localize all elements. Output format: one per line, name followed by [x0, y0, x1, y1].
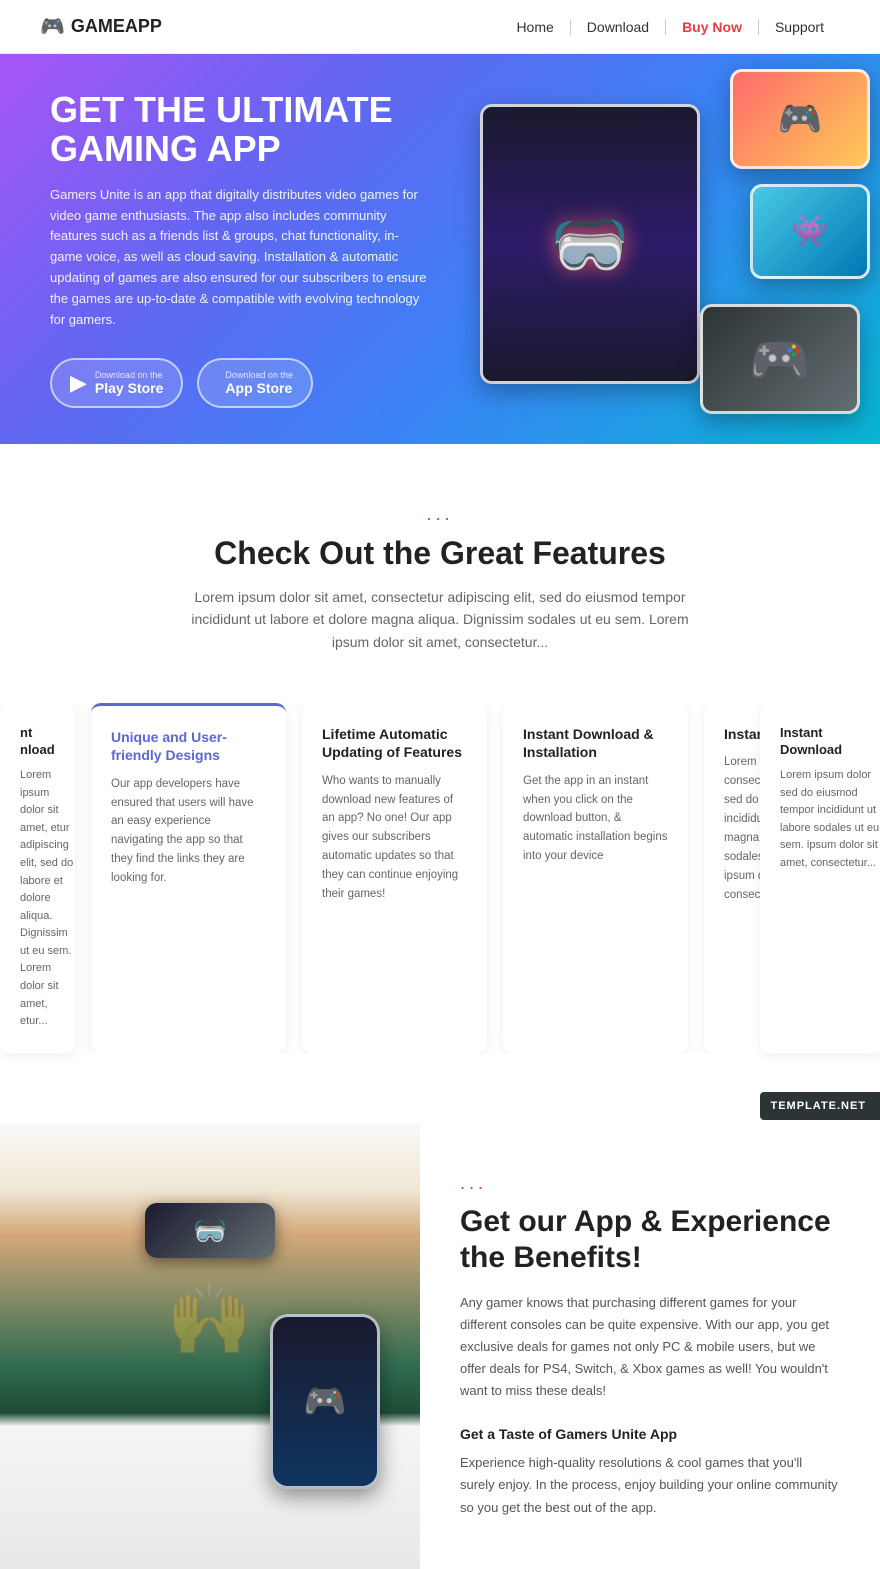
- logo[interactable]: 🎮 GAMEAPP: [40, 14, 162, 39]
- appstore-text: Download on the App Store: [225, 370, 293, 396]
- feature-cards-row: ntnload Lorem ipsum dolor sit amet, etur…: [0, 703, 880, 1093]
- card-instant-install-title: Instant Download & Installation: [523, 725, 668, 761]
- benefits-section: 🥽 🙌 🎮 ... Get our App & Experience the B…: [0, 1123, 880, 1569]
- hero-card-1: 🎮: [730, 69, 870, 169]
- nav-download[interactable]: Download: [571, 19, 666, 35]
- arms-icon: 🙌: [166, 1279, 253, 1361]
- card-unique-body: Our app developers have ensured that use…: [111, 775, 266, 889]
- nav-home[interactable]: Home: [500, 19, 570, 35]
- hero-section: GET THE ULTIMATE GAMING APP Gamers Unite…: [0, 54, 880, 444]
- feature-card-instant: Instant Download Lorem ipsum dolor sit a…: [704, 703, 760, 1053]
- hero-content: GET THE ULTIMATE GAMING APP Gamers Unite…: [0, 54, 480, 444]
- appstore-button[interactable]: Download on the App Store: [197, 358, 313, 408]
- nav-links: Home Download Buy Now Support: [500, 19, 840, 35]
- card-instant-body: Lorem ipsum dolor sit amet, consectetur …: [724, 753, 760, 905]
- benefits-subtitle2: Get a Taste of Gamers Unite App: [460, 1426, 840, 1442]
- navbar: 🎮 GAMEAPP Home Download Buy Now Support: [0, 0, 880, 54]
- benefits-image: 🥽 🙌 🎮: [0, 1123, 420, 1569]
- card-instant-install-body: Get the app in an instant when you click…: [523, 772, 668, 867]
- feature-card-partial-right: InstantDownload Lorem ipsum dolor sed do…: [760, 703, 880, 1053]
- hero-controller-card: 🎮: [700, 304, 860, 414]
- logo-icon: 🎮: [40, 14, 65, 39]
- logo-text: GAMEAPP: [71, 16, 162, 37]
- feature-cards-main: Unique and User-friendly Designs Our app…: [75, 703, 760, 1053]
- features-section: ... Check Out the Great Features Lorem i…: [0, 444, 880, 703]
- hero-title: GET THE ULTIMATE GAMING APP: [50, 90, 430, 169]
- hero-description: Gamers Unite is an app that digitally di…: [50, 185, 430, 331]
- nav-buynow[interactable]: Buy Now: [666, 19, 759, 35]
- card-unique-title: Unique and User-friendly Designs: [111, 728, 266, 764]
- features-title: Check Out the Great Features: [20, 535, 860, 572]
- benefits-dots: ...: [460, 1173, 840, 1194]
- feature-card-partial-left: ntnload Lorem ipsum dolor sit amet, etur…: [0, 703, 75, 1053]
- feature-card-unique: Unique and User-friendly Designs Our app…: [91, 703, 286, 1053]
- playstore-text: Download on the Play Store: [95, 370, 163, 396]
- benefits-title: Get our App & Experience the Benefits!: [460, 1204, 840, 1276]
- card-lifetime-title: Lifetime Automatic Updating of Features: [322, 725, 467, 761]
- controller-icon: 🎮: [749, 330, 811, 389]
- features-dots: ...: [20, 504, 860, 525]
- benefits-content: ... Get our App & Experience the Benefit…: [420, 1123, 880, 1569]
- hero-card-2: 👾: [750, 184, 870, 279]
- vr-mask-icon: 🥽: [550, 207, 630, 282]
- playstore-icon: ▶: [70, 370, 87, 396]
- partial-right-title: InstantDownload: [780, 725, 880, 759]
- benefits-description: Any gamer knows that purchasing differen…: [460, 1292, 840, 1402]
- benefits-subtext: Experience high-quality resolutions & co…: [460, 1452, 840, 1518]
- playstore-button[interactable]: ▶ Download on the Play Store: [50, 358, 183, 408]
- features-subtitle: Lorem ipsum dolor sit amet, consectetur …: [180, 586, 700, 653]
- feature-card-instant-install: Instant Download & Installation Get the …: [503, 703, 688, 1053]
- phone-img: 🎮: [270, 1314, 380, 1489]
- feature-card-lifetime: Lifetime Automatic Updating of Features …: [302, 703, 487, 1053]
- vr-headset-img: 🥽: [145, 1203, 275, 1258]
- hero-vr-card: 🥽: [480, 104, 700, 384]
- hero-buttons: ▶ Download on the Play Store Download on…: [50, 358, 430, 408]
- card-instant-title: Instant Download: [724, 725, 760, 743]
- template-badge: TEMPLATE.NET: [760, 1092, 880, 1120]
- card-lifetime-body: Who wants to manually download new featu…: [322, 772, 467, 905]
- nav-support[interactable]: Support: [759, 19, 840, 35]
